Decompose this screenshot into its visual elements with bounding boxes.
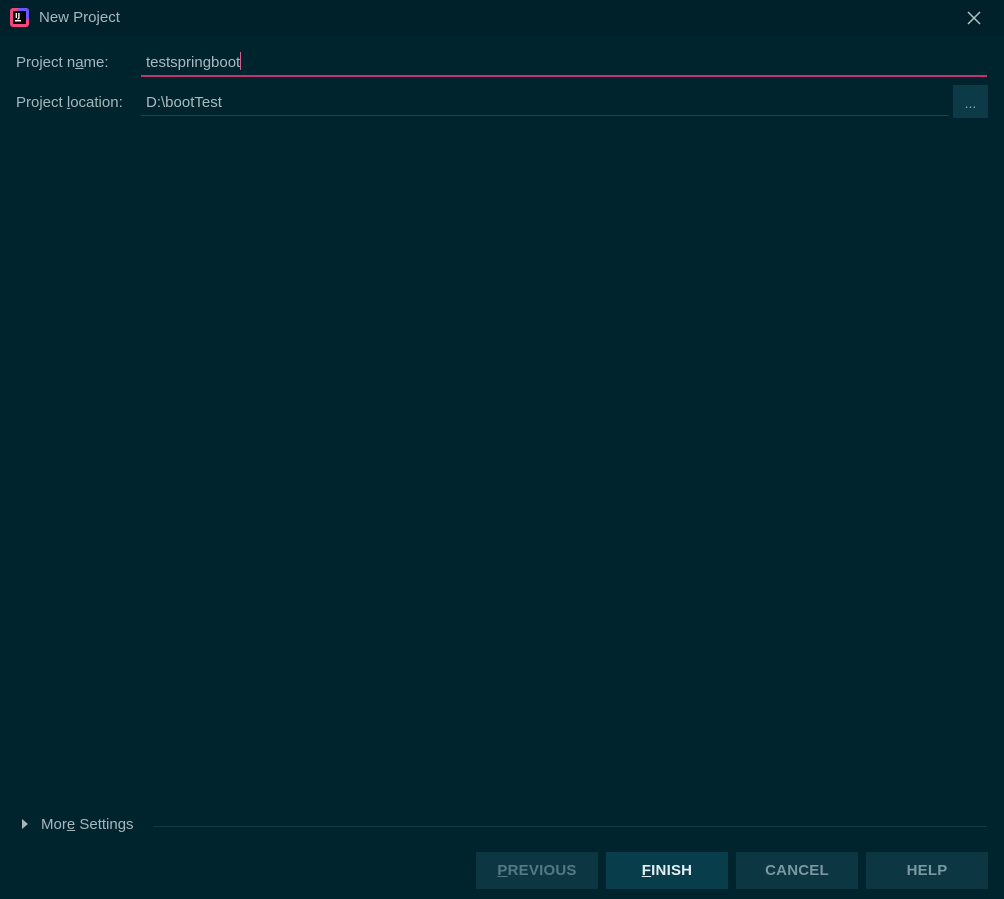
text-caret xyxy=(240,52,242,70)
project-location-label: Project location: xyxy=(16,94,123,111)
more-settings-label: More Settings xyxy=(41,816,134,833)
svg-text:IJ: IJ xyxy=(15,12,20,20)
window-title: New Project xyxy=(39,9,120,26)
project-name-label: Project name: xyxy=(16,54,109,71)
project-name-value: testspringboot xyxy=(146,54,241,71)
finish-button[interactable]: FINISH xyxy=(606,852,728,889)
title-bar: IJ New Project xyxy=(0,0,1004,36)
intellij-idea-icon: IJ xyxy=(10,8,29,27)
close-icon[interactable] xyxy=(964,8,984,28)
new-project-dialog: IJ New Project Project name: testspringb… xyxy=(0,0,1004,899)
cancel-button[interactable]: CANCEL xyxy=(736,852,858,889)
project-location-value: D:\bootTest xyxy=(146,94,222,111)
project-name-input[interactable]: testspringboot xyxy=(141,51,987,77)
settings-divider xyxy=(153,826,987,827)
browse-button[interactable]: ... xyxy=(953,85,988,118)
previous-button[interactable]: PREVIOUS xyxy=(476,852,598,889)
project-location-input[interactable]: D:\bootTest xyxy=(141,91,949,116)
help-button[interactable]: HELP xyxy=(866,852,988,889)
expand-arrow-icon xyxy=(22,819,28,829)
